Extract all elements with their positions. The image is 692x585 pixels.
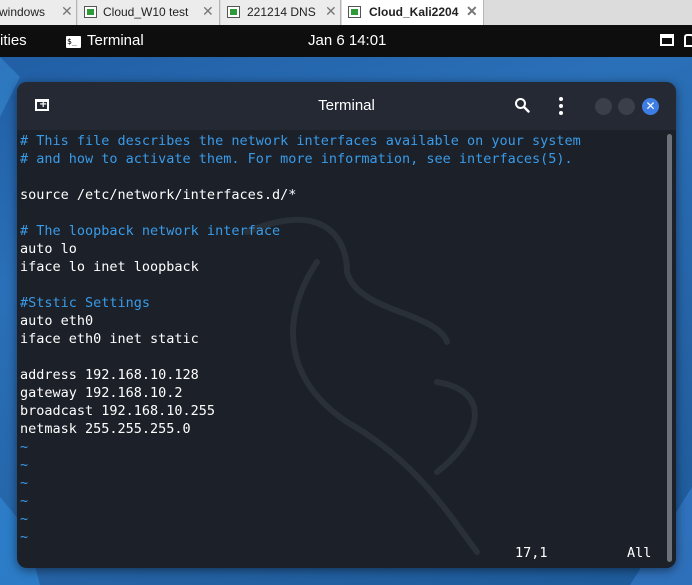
app-menu-terminal[interactable]: $_ Terminal xyxy=(66,32,144,49)
vm-icon xyxy=(227,6,240,18)
terminal-content[interactable]: 17,1 All # This file describes the netwo… xyxy=(17,130,664,568)
editor-line: gateway 192.168.10.2 xyxy=(20,385,183,401)
scrollbar-thumb[interactable] xyxy=(667,134,672,562)
close-icon[interactable]: ✕ xyxy=(466,3,478,20)
empty-line-marker: ~ xyxy=(20,439,29,455)
terminal-window: + Terminal ✕ 17,1 All # This file descri… xyxy=(17,82,676,568)
maximize-button[interactable] xyxy=(618,98,635,115)
editor-line: iface lo inet loopback xyxy=(20,259,199,275)
editor-line: iface eth0 inet static xyxy=(20,331,199,347)
vm-tab-strip: windows ✕ Cloud_W10 test ✕ 221214 DNS ✕ … xyxy=(0,0,692,26)
workspace-icon[interactable] xyxy=(660,34,674,46)
close-icon[interactable]: ✕ xyxy=(202,3,214,20)
editor-line: netmask 255.255.255.0 xyxy=(20,421,191,437)
vm-tab-label: 221214 DNS xyxy=(247,5,316,19)
window-title: Terminal xyxy=(318,97,375,114)
cursor-position: 17,1 xyxy=(515,545,548,561)
vm-icon xyxy=(84,6,97,18)
scrollbar[interactable] xyxy=(664,130,676,568)
editor-line: address 192.168.10.128 xyxy=(20,367,199,383)
system-menu-icon[interactable] xyxy=(684,34,692,47)
title-bar: + Terminal ✕ xyxy=(17,82,676,130)
vm-tab-cloud-w10-test[interactable]: Cloud_W10 test ✕ xyxy=(78,0,220,25)
vm-tab-cloud-kali2204[interactable]: Cloud_Kali2204 ✕ xyxy=(342,0,484,25)
editor-line: source /etc/network/interfaces.d/* xyxy=(20,187,297,203)
top-panel: ities $_ Terminal Jan 6 14:01 xyxy=(0,25,692,57)
app-menu-label: Terminal xyxy=(87,32,144,49)
editor-line: broadcast 192.168.10.255 xyxy=(20,403,216,419)
search-icon[interactable] xyxy=(514,97,530,113)
terminal-icon: $_ xyxy=(66,36,81,48)
vm-icon xyxy=(348,6,361,18)
empty-line-marker: ~ xyxy=(20,475,29,491)
close-button[interactable]: ✕ xyxy=(642,98,659,115)
editor-line: #Ststic Settings xyxy=(20,295,151,311)
scroll-position: All xyxy=(627,545,652,561)
close-icon[interactable]: ✕ xyxy=(325,3,337,20)
vm-tab-221214-dns[interactable]: 221214 DNS ✕ xyxy=(221,0,341,25)
activities-button[interactable]: ities xyxy=(0,32,27,49)
vm-tab-windows[interactable]: windows ✕ xyxy=(0,0,77,25)
editor-line: auto lo xyxy=(20,241,77,257)
vm-tab-label: windows xyxy=(0,5,46,19)
editor-line: # The loopback network interface xyxy=(20,223,281,239)
editor-line: auto eth0 xyxy=(20,313,94,329)
close-icon[interactable]: ✕ xyxy=(61,3,73,20)
menu-kebab-icon[interactable] xyxy=(559,97,563,115)
empty-line-marker: ~ xyxy=(20,529,29,545)
editor-line: # and how to activate them. For more inf… xyxy=(20,151,573,167)
empty-line-marker: ~ xyxy=(20,511,29,527)
minimize-button[interactable] xyxy=(595,98,612,115)
clock[interactable]: Jan 6 14:01 xyxy=(308,32,386,49)
vm-tab-label: Cloud_W10 test xyxy=(103,5,189,19)
vm-tab-label: Cloud_Kali2204 xyxy=(369,5,459,19)
empty-line-marker: ~ xyxy=(20,457,29,473)
empty-line-marker: ~ xyxy=(20,493,29,509)
editor-line: # This file describes the network interf… xyxy=(20,133,581,149)
